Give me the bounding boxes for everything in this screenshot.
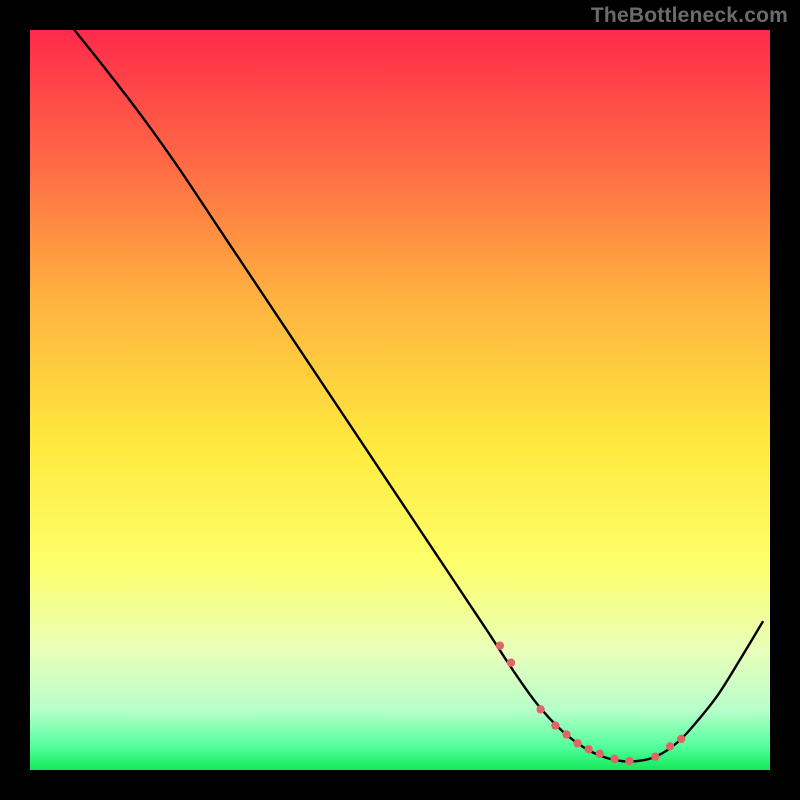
highlight-dot: [551, 721, 559, 729]
highlight-dot: [625, 757, 633, 765]
highlight-dot: [573, 739, 581, 747]
gradient-background: [30, 30, 770, 770]
highlight-dot: [596, 750, 604, 758]
highlight-dot: [507, 659, 515, 667]
highlight-dot: [496, 641, 504, 649]
bottleneck-chart: [30, 30, 770, 770]
highlight-dot: [666, 742, 674, 750]
highlight-dot: [536, 705, 544, 713]
highlight-dot: [585, 745, 593, 753]
watermark-text: TheBottleneck.com: [591, 4, 788, 28]
highlight-dot: [562, 730, 570, 738]
highlight-dot: [677, 735, 685, 743]
plot-area: [30, 30, 770, 770]
chart-container: TheBottleneck.com: [0, 0, 800, 800]
highlight-dot: [651, 752, 659, 760]
highlight-dot: [610, 755, 618, 763]
